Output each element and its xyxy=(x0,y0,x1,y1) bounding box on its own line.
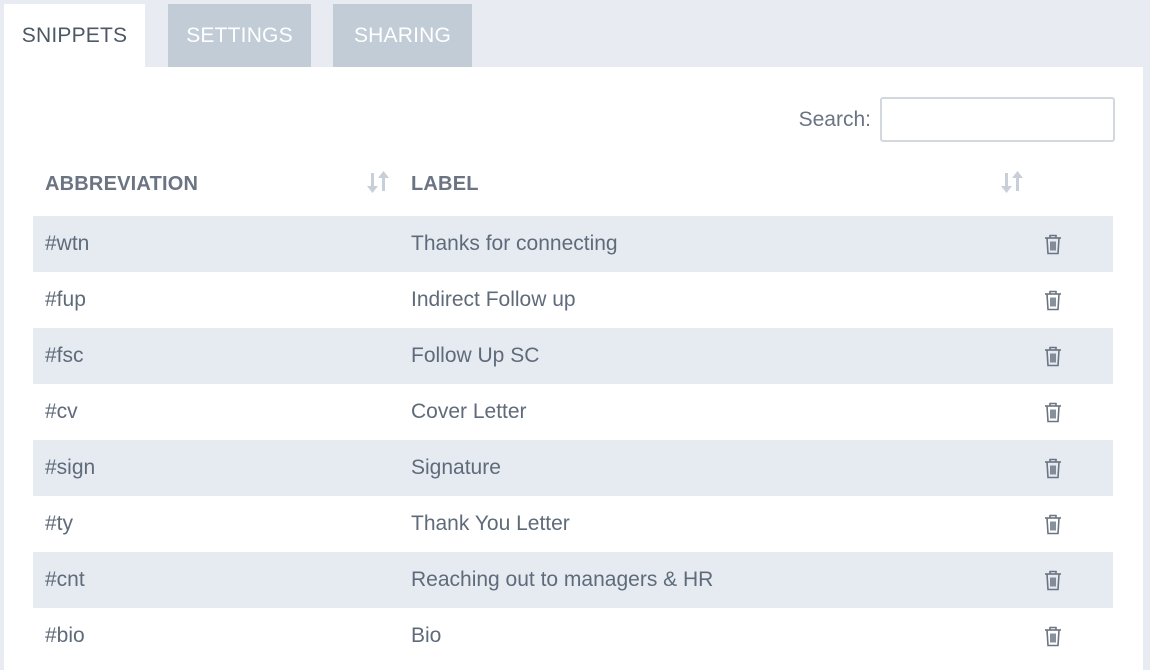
label-cell: Cover Letter xyxy=(411,400,527,423)
table-row[interactable]: #cnt Reaching out to managers & HR xyxy=(33,552,1113,608)
table-row[interactable]: #cv Cover Letter xyxy=(33,384,1113,440)
abbreviation-cell: #cnt xyxy=(45,568,85,591)
trash-icon[interactable] xyxy=(1043,289,1063,311)
abbreviation-cell: #wtn xyxy=(45,232,90,255)
snippets-panel: Search: ABBREVIATION LABEL #wtn Thanks f… xyxy=(4,67,1143,670)
trash-icon[interactable] xyxy=(1043,401,1063,423)
trash-icon[interactable] xyxy=(1043,569,1063,591)
label-cell: Signature xyxy=(411,456,501,479)
trash-icon[interactable] xyxy=(1043,625,1063,647)
trash-icon[interactable] xyxy=(1043,233,1063,255)
tab-settings[interactable]: SETTINGS xyxy=(168,4,311,68)
table-header: ABBREVIATION LABEL xyxy=(33,159,1113,216)
table-row[interactable]: #fsc Follow Up SC xyxy=(33,328,1113,384)
label-cell: Bio xyxy=(411,624,442,647)
table-row[interactable]: #bio Bio xyxy=(33,608,1113,664)
abbreviation-cell: #cv xyxy=(45,400,78,423)
label-cell: Reaching out to managers & HR xyxy=(411,568,714,591)
abbreviation-cell: #ty xyxy=(45,512,74,535)
table-row[interactable]: #sign Signature xyxy=(33,440,1113,496)
column-header-label[interactable]: LABEL xyxy=(411,173,479,196)
search-input[interactable] xyxy=(880,97,1115,142)
table-body: #wtn Thanks for connecting #fup Indirect… xyxy=(33,216,1113,664)
sort-arrows-icon[interactable] xyxy=(1001,169,1023,195)
snippets-table: ABBREVIATION LABEL #wtn Thanks for conne… xyxy=(33,159,1113,664)
column-header-abbreviation[interactable]: ABBREVIATION xyxy=(45,173,198,196)
trash-icon[interactable] xyxy=(1043,513,1063,535)
search-bar: Search: xyxy=(799,97,1115,142)
label-cell: Indirect Follow up xyxy=(411,288,576,311)
tab-snippets[interactable]: SNIPPETS xyxy=(4,4,145,68)
trash-icon[interactable] xyxy=(1043,345,1063,367)
table-row[interactable]: #wtn Thanks for connecting xyxy=(33,216,1113,272)
trash-icon[interactable] xyxy=(1043,457,1063,479)
abbreviation-cell: #fsc xyxy=(45,344,84,367)
abbreviation-cell: #bio xyxy=(45,624,85,647)
table-row[interactable]: #ty Thank You Letter xyxy=(33,496,1113,552)
table-row[interactable]: #fup Indirect Follow up xyxy=(33,272,1113,328)
abbreviation-cell: #fup xyxy=(45,288,86,311)
search-label: Search: xyxy=(798,107,871,131)
abbreviation-cell: #sign xyxy=(45,456,96,479)
label-cell: Follow Up SC xyxy=(411,344,540,367)
tab-sharing[interactable]: SHARING xyxy=(333,4,472,68)
label-cell: Thanks for connecting xyxy=(411,232,618,255)
label-cell: Thank You Letter xyxy=(411,512,570,535)
sort-arrows-icon[interactable] xyxy=(367,169,389,195)
